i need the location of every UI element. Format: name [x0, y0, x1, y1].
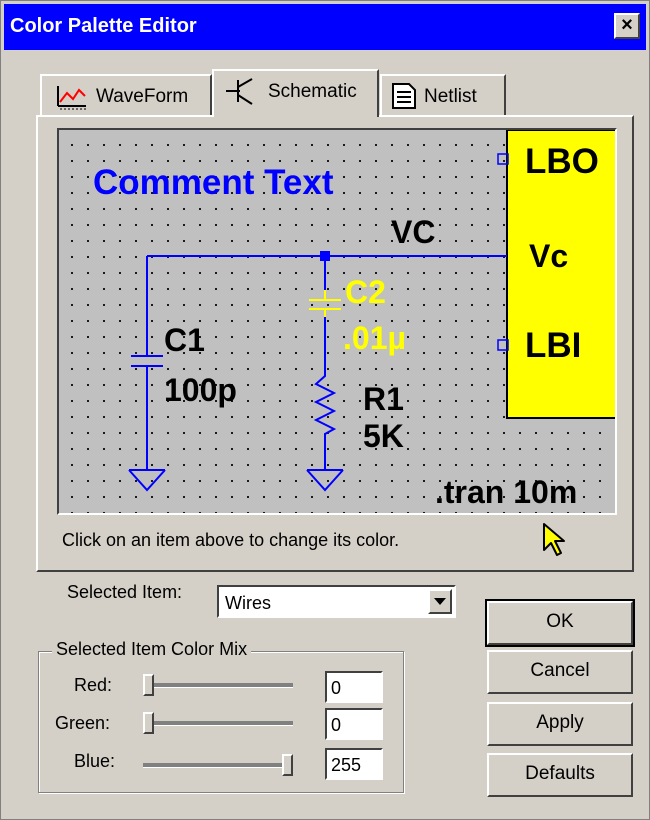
tab-waveform[interactable]: WaveForm	[40, 74, 212, 116]
ground-symbol-left[interactable]	[128, 469, 166, 492]
capacitor-c1[interactable]	[131, 355, 163, 374]
tab-waveform-label: WaveForm	[96, 86, 189, 107]
port-label-lbo[interactable]: LBO	[525, 144, 599, 179]
schematic-icon	[226, 78, 253, 105]
c1-name[interactable]: C1	[164, 324, 205, 356]
net-label-vc[interactable]: VC	[391, 216, 435, 248]
wire-net[interactable]	[146, 255, 507, 470]
tab-netlist[interactable]: Netlist	[380, 74, 506, 116]
c2-name[interactable]: C2	[345, 276, 386, 308]
r1-name[interactable]: R1	[363, 383, 404, 415]
selected-item-label: Selected Item:	[67, 582, 183, 602]
c1-value[interactable]: 100p	[164, 374, 237, 406]
blue-value-field[interactable]: 255	[325, 748, 383, 780]
green-value-field[interactable]: 0	[325, 708, 383, 740]
junction-dot[interactable]	[320, 251, 330, 261]
tab-schematic-label: Schematic	[268, 81, 357, 102]
chevron-down-icon	[434, 598, 446, 605]
dropdown-button[interactable]	[428, 589, 452, 614]
port-label-vc[interactable]: Vc	[529, 240, 568, 272]
pointer-cursor-icon	[543, 523, 565, 556]
spice-directive[interactable]: .tran 10m	[435, 476, 577, 508]
window-title: Color Palette Editor	[10, 15, 197, 37]
tab-schematic[interactable]: Schematic	[212, 69, 379, 117]
defaults-button[interactable]: Defaults	[487, 753, 633, 797]
ok-button[interactable]: OK	[485, 599, 635, 647]
green-label: Green:	[55, 713, 111, 733]
waveform-icon	[57, 86, 86, 110]
comment-text[interactable]: Comment Text	[93, 165, 334, 200]
title-bar[interactable]: Color Palette Editor ×	[4, 4, 646, 50]
selected-item-value: Wires	[225, 593, 271, 613]
schematic-preview[interactable]: Comment Text VC C1 100p C2 .01µ R1 5K .t…	[57, 128, 617, 515]
tab-netlist-label: Netlist	[424, 86, 477, 107]
green-slider-track[interactable]	[143, 721, 293, 726]
red-value-field[interactable]: 0	[325, 671, 383, 703]
blue-slider-thumb[interactable]	[282, 754, 293, 776]
selected-item-dropdown[interactable]: Wires	[217, 585, 456, 618]
apply-button[interactable]: Apply	[487, 702, 633, 746]
color-mix-title: Selected Item Color Mix	[52, 639, 252, 660]
red-slider-thumb[interactable]	[143, 674, 154, 696]
green-slider-thumb[interactable]	[143, 712, 154, 734]
red-slider-track[interactable]	[143, 683, 293, 688]
c2-value[interactable]: .01µ	[343, 322, 406, 354]
blue-label: Blue:	[74, 751, 116, 771]
ground-symbol-right[interactable]	[306, 469, 344, 492]
close-button[interactable]: ×	[614, 13, 640, 39]
red-label: Red:	[74, 675, 113, 695]
r1-value[interactable]: 5K	[363, 420, 404, 452]
blue-slider-track[interactable]	[143, 763, 293, 768]
port-label-lbi[interactable]: LBI	[525, 328, 581, 363]
close-icon: ×	[621, 14, 633, 36]
instruction-text: Click on an item above to change its col…	[62, 530, 400, 550]
capacitor-c2[interactable]	[309, 290, 341, 317]
cancel-button[interactable]: Cancel	[487, 650, 633, 694]
netlist-icon	[392, 83, 416, 109]
